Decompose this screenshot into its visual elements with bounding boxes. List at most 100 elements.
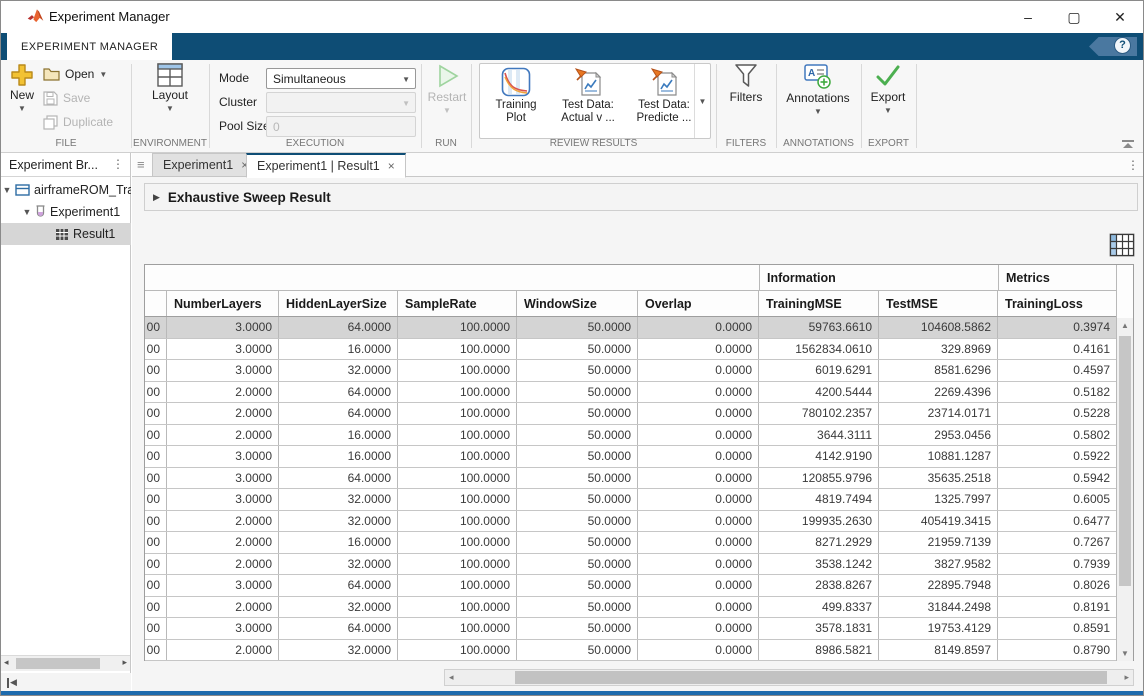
table-cell[interactable]: 104608.5862: [879, 317, 998, 338]
table-cell[interactable]: 0.0000: [638, 468, 759, 489]
table-row[interactable]: 003.000016.0000100.000050.00000.00004142…: [145, 446, 1133, 468]
pool-size-input[interactable]: 0: [266, 116, 416, 137]
tree-item-experiment1[interactable]: ▼ Experiment1: [1, 201, 131, 223]
table-cell[interactable]: 59763.6610: [759, 317, 879, 338]
table-cell[interactable]: 64.0000: [279, 468, 398, 489]
column-header-Overlap[interactable]: Overlap: [638, 291, 759, 316]
table-cell[interactable]: 50.0000: [517, 575, 638, 596]
table-cell[interactable]: 3827.9582: [879, 554, 998, 575]
scrollbar-thumb[interactable]: [515, 671, 1107, 684]
table-row[interactable]: 003.000064.0000100.000050.00000.00003578…: [145, 618, 1133, 640]
table-cell[interactable]: 32.0000: [279, 554, 398, 575]
table-row[interactable]: 003.000064.0000100.000050.00000.00001208…: [145, 468, 1133, 490]
expand-arrow-icon[interactable]: ▼: [1, 185, 13, 195]
tab-experiment1[interactable]: Experiment1 ×: [152, 153, 259, 177]
table-cell[interactable]: 0.6005: [998, 489, 1117, 510]
table-cell[interactable]: 0.4597: [998, 360, 1117, 381]
table-cell[interactable]: 0.4161: [998, 339, 1117, 360]
table-cell[interactable]: 0.5942: [998, 468, 1117, 489]
table-cell[interactable]: 19753.4129: [879, 618, 998, 639]
table-cell[interactable]: 0.0000: [638, 339, 759, 360]
table-cell[interactable]: 0.7267: [998, 532, 1117, 553]
table-cell[interactable]: 3.0000: [167, 489, 279, 510]
table-cell[interactable]: 405419.3415: [879, 511, 998, 532]
tab-experiment-manager[interactable]: EXPERIMENT MANAGER: [7, 33, 172, 60]
scroll-left-icon[interactable]: ◂: [4, 657, 9, 668]
table-cell[interactable]: 100.0000: [398, 575, 517, 596]
scroll-up-icon[interactable]: ▲: [1117, 318, 1133, 333]
table-cell[interactable]: 32.0000: [279, 489, 398, 510]
table-cell[interactable]: 50.0000: [517, 468, 638, 489]
table-cell[interactable]: 50.0000: [517, 554, 638, 575]
tab-experiment1-result1[interactable]: Experiment1 | Result1 ×: [246, 153, 406, 178]
table-cell[interactable]: 64.0000: [279, 618, 398, 639]
table-cell[interactable]: 0.0000: [638, 511, 759, 532]
maximize-button[interactable]: ▢: [1051, 1, 1097, 33]
table-cell[interactable]: 8581.6296: [879, 360, 998, 381]
table-row[interactable]: 002.000032.0000100.000050.00000.00001999…: [145, 511, 1133, 533]
help-button[interactable]: ?: [1114, 37, 1131, 54]
save-button[interactable]: Save: [43, 88, 90, 108]
table-cell[interactable]: 00: [145, 597, 167, 618]
table-cell[interactable]: 6019.6291: [759, 360, 879, 381]
table-cell[interactable]: 100.0000: [398, 554, 517, 575]
table-row[interactable]: 002.000016.0000100.000050.00000.00003644…: [145, 425, 1133, 447]
table-vertical-scrollbar[interactable]: ▲ ▼: [1116, 318, 1133, 661]
table-cell[interactable]: 21959.7139: [879, 532, 998, 553]
table-cell[interactable]: 00: [145, 360, 167, 381]
test-data-predicted-button[interactable]: Test Data: Predicte ...: [628, 67, 700, 125]
table-cell[interactable]: 0.0000: [638, 446, 759, 467]
scroll-right-icon[interactable]: ▸: [1124, 672, 1129, 683]
table-cell[interactable]: 2.0000: [167, 532, 279, 553]
tab-strip-menu-icon[interactable]: ⋮: [1127, 158, 1139, 172]
table-row[interactable]: 002.000032.0000100.000050.00000.00003538…: [145, 554, 1133, 576]
table-cell[interactable]: 0.8191: [998, 597, 1117, 618]
table-row[interactable]: 002.000032.0000100.000050.00000.0000499.…: [145, 597, 1133, 619]
table-cell[interactable]: 0.0000: [638, 618, 759, 639]
scroll-right-icon[interactable]: ▸: [122, 657, 127, 668]
table-cell[interactable]: 0.0000: [638, 360, 759, 381]
table-cell[interactable]: 100.0000: [398, 360, 517, 381]
table-cell[interactable]: 0.0000: [638, 425, 759, 446]
table-cell[interactable]: 00: [145, 489, 167, 510]
table-cell[interactable]: 1562834.0610: [759, 339, 879, 360]
table-cell[interactable]: 1325.7997: [879, 489, 998, 510]
table-row[interactable]: 003.000032.0000100.000050.00000.00004819…: [145, 489, 1133, 511]
table-cell[interactable]: 199935.2630: [759, 511, 879, 532]
duplicate-button[interactable]: Duplicate: [43, 112, 113, 132]
table-cell[interactable]: 0.0000: [638, 640, 759, 661]
table-cell[interactable]: 2953.0456: [879, 425, 998, 446]
table-row[interactable]: 003.000016.0000100.000050.00000.00001562…: [145, 339, 1133, 361]
mode-dropdown[interactable]: Simultaneous ▼: [266, 68, 416, 89]
table-cell[interactable]: 64.0000: [279, 575, 398, 596]
table-cell[interactable]: 00: [145, 403, 167, 424]
table-cell[interactable]: 329.8969: [879, 339, 998, 360]
exhaustive-sweep-header[interactable]: ▶ Exhaustive Sweep Result: [144, 183, 1138, 211]
column-header-HiddenLayerSize[interactable]: HiddenLayerSize: [279, 291, 398, 316]
collapse-panel-left-icon[interactable]: ◀: [7, 677, 17, 688]
table-cell[interactable]: 00: [145, 468, 167, 489]
table-cell[interactable]: 8149.8597: [879, 640, 998, 661]
table-cell[interactable]: 8271.2929: [759, 532, 879, 553]
tree-item-result1[interactable]: Result1: [1, 223, 131, 245]
table-cell[interactable]: 3578.1831: [759, 618, 879, 639]
table-row[interactable]: 002.000064.0000100.000050.00000.00004200…: [145, 382, 1133, 404]
table-row[interactable]: 003.000064.0000100.000050.00000.00005976…: [145, 317, 1133, 339]
expand-arrow-icon[interactable]: ▼: [21, 207, 33, 217]
table-cell[interactable]: 16.0000: [279, 532, 398, 553]
table-cell[interactable]: 00: [145, 554, 167, 575]
column-header-WindowSize[interactable]: WindowSize: [517, 291, 638, 316]
table-cell[interactable]: 0.0000: [638, 554, 759, 575]
table-cell[interactable]: 100.0000: [398, 403, 517, 424]
table-cell[interactable]: 4200.5444: [759, 382, 879, 403]
table-cell[interactable]: 8986.5821: [759, 640, 879, 661]
table-cell[interactable]: 64.0000: [279, 403, 398, 424]
export-button[interactable]: Export ▼: [865, 63, 911, 115]
column-header-clipped[interactable]: [145, 291, 167, 316]
table-cell[interactable]: 32.0000: [279, 597, 398, 618]
table-cell[interactable]: 2.0000: [167, 403, 279, 424]
open-button[interactable]: Open ▼: [43, 64, 107, 84]
table-cell[interactable]: 50.0000: [517, 446, 638, 467]
table-cell[interactable]: 10881.1287: [879, 446, 998, 467]
panel-menu-icon[interactable]: ⋮: [112, 157, 124, 171]
